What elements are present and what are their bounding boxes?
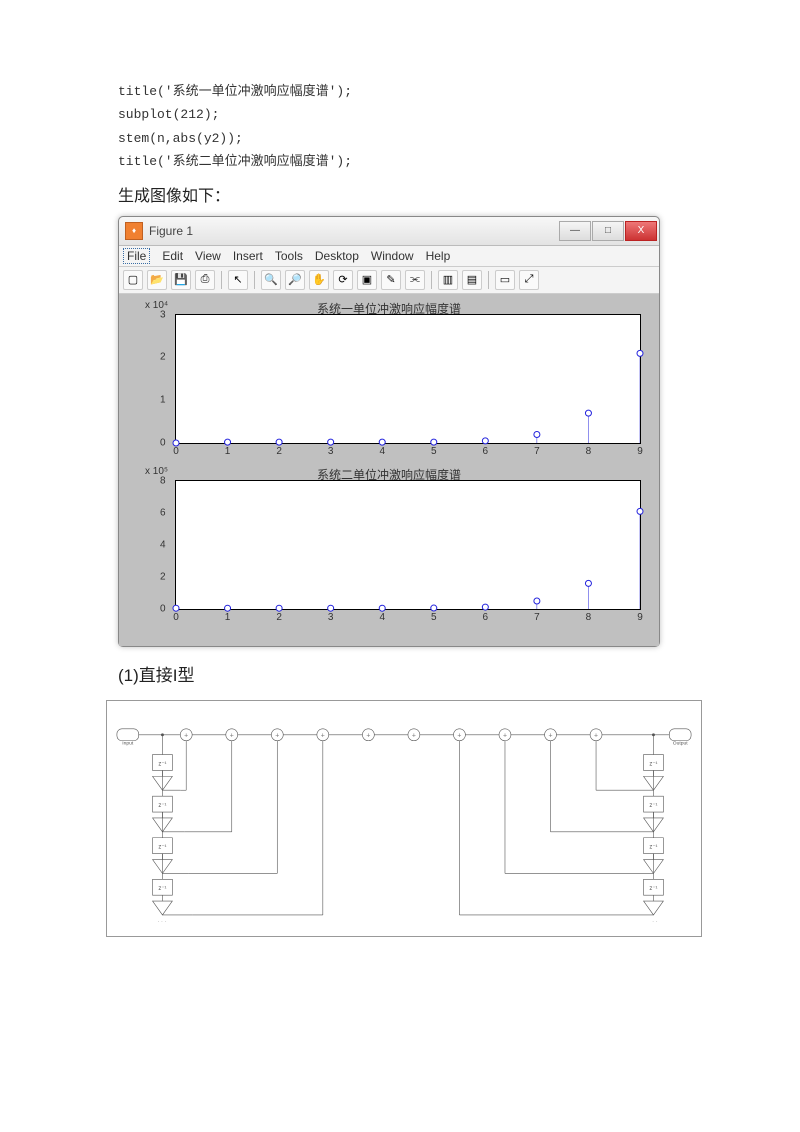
figure-canvas: x 10⁴系统一单位冲激响应幅度谱01230123456789 x 10⁵系统二… — [119, 294, 659, 646]
simulink-diagram: InputOutput++++++++++z⁻¹b(1)z⁻¹b(2)z⁻¹b(… — [106, 700, 702, 938]
svg-text:Output: Output — [673, 740, 688, 746]
save-icon[interactable]: 💾 — [171, 270, 191, 290]
separator-icon — [254, 271, 255, 289]
svg-text:z⁻¹: z⁻¹ — [158, 886, 166, 892]
subplot-2: x 10⁵系统二单位冲激响应幅度谱024680123456789 — [131, 466, 647, 626]
open-icon[interactable]: 📂 — [147, 270, 167, 290]
svg-text:z⁻¹: z⁻¹ — [649, 803, 657, 809]
svg-text:+: + — [230, 732, 234, 739]
menu-help[interactable]: Help — [426, 249, 451, 263]
close-button[interactable]: X — [625, 221, 657, 241]
menu-bar: File Edit View Insert Tools Desktop Window Help — [119, 246, 659, 267]
colorbar-icon[interactable]: ▥ — [438, 270, 458, 290]
svg-text:+: + — [321, 732, 325, 739]
svg-text:Input: Input — [122, 740, 134, 746]
brush-icon[interactable]: ✎ — [381, 270, 401, 290]
svg-text:+: + — [548, 732, 552, 739]
dock-icon[interactable]: ⤢ — [519, 270, 539, 290]
svg-text:+: + — [412, 732, 416, 739]
menu-tools[interactable]: Tools — [275, 249, 303, 263]
menu-window[interactable]: Window — [371, 249, 414, 263]
datacursor-icon[interactable]: ▣ — [357, 270, 377, 290]
section-heading: (1)直接I型 — [118, 661, 690, 686]
menu-desktop[interactable]: Desktop — [315, 249, 359, 263]
image-caption: 生成图像如下： — [118, 182, 690, 206]
subplot-1: x 10⁴系统一单位冲激响应幅度谱01230123456789 — [131, 300, 647, 460]
block-diagram: InputOutput++++++++++z⁻¹b(1)z⁻¹b(2)z⁻¹b(… — [107, 715, 701, 923]
svg-text:+: + — [457, 732, 461, 739]
minimize-button[interactable]: — — [559, 221, 591, 241]
svg-text:z⁻¹: z⁻¹ — [158, 803, 166, 809]
menu-view[interactable]: View — [195, 249, 221, 263]
svg-text:+: + — [366, 732, 370, 739]
svg-text:a(4): a(4) — [649, 920, 658, 922]
legend-icon[interactable]: ▤ — [462, 270, 482, 290]
svg-text:z⁻¹: z⁻¹ — [158, 844, 166, 850]
axes: 01230123456789 — [175, 314, 641, 444]
pointer-icon[interactable]: ↖ — [228, 270, 248, 290]
matlab-figure-window: ♦ Figure 1 — □ X File Edit View Insert Tools… — [118, 216, 660, 647]
separator-icon — [488, 271, 489, 289]
separator-icon — [431, 271, 432, 289]
rotate-icon[interactable]: ⟳ — [333, 270, 353, 290]
svg-text:+: + — [503, 732, 507, 739]
zoom-in-icon[interactable]: 🔍 — [261, 270, 281, 290]
link-icon[interactable]: ⫘ — [405, 270, 425, 290]
axes: 024680123456789 — [175, 480, 641, 610]
toolbar: ▢ 📂 💾 ⎙ ↖ 🔍 🔎 ✋ ⟳ ▣ ✎ ⫘ ▥ ▤ ▭ ⤢ — [119, 267, 659, 294]
svg-text:z⁻¹: z⁻¹ — [649, 761, 657, 767]
code-block: title('系统一单位冲激响应幅度谱'); subplot(212); ste… — [118, 80, 690, 174]
svg-text:+: + — [594, 732, 598, 739]
separator-icon — [221, 271, 222, 289]
svg-text:z⁻¹: z⁻¹ — [649, 844, 657, 850]
svg-text:z⁻¹: z⁻¹ — [158, 761, 166, 767]
menu-edit[interactable]: Edit — [162, 249, 183, 263]
maximize-button[interactable]: □ — [592, 221, 624, 241]
window-title: Figure 1 — [149, 224, 559, 238]
pan-icon[interactable]: ✋ — [309, 270, 329, 290]
print-icon[interactable]: ⎙ — [195, 270, 215, 290]
svg-text:z⁻¹: z⁻¹ — [649, 886, 657, 892]
annotate-icon[interactable]: ▭ — [495, 270, 515, 290]
menu-insert[interactable]: Insert — [233, 249, 263, 263]
svg-text:b(4): b(4) — [158, 920, 167, 922]
svg-text:+: + — [275, 732, 279, 739]
matlab-icon: ♦ — [125, 222, 143, 240]
svg-text:+: + — [184, 732, 188, 739]
new-icon[interactable]: ▢ — [123, 270, 143, 290]
zoom-out-icon[interactable]: 🔎 — [285, 270, 305, 290]
window-title-bar: ♦ Figure 1 — □ X — [119, 217, 659, 246]
menu-file[interactable]: File — [123, 248, 150, 264]
